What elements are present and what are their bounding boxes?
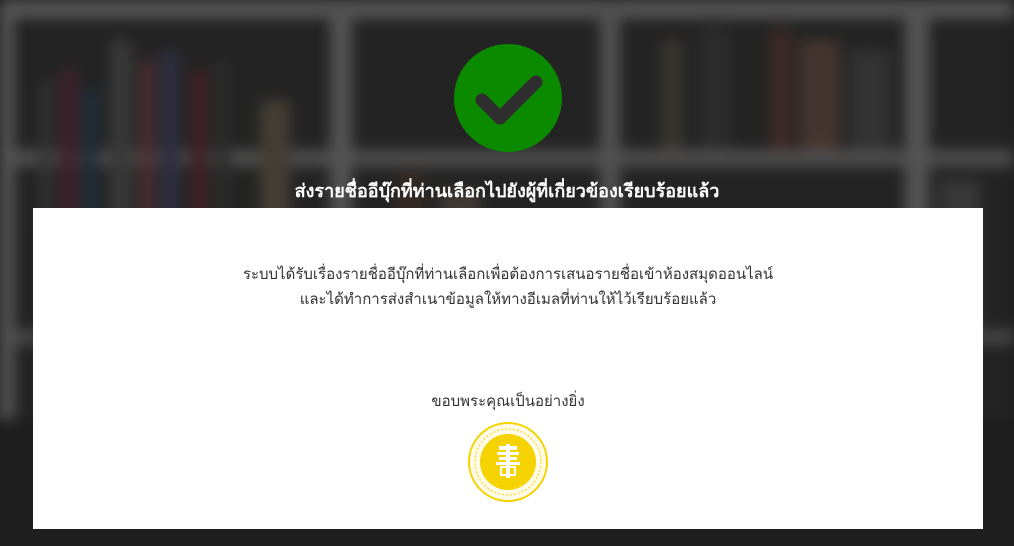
library-seal-logo xyxy=(468,422,548,502)
check-circle-icon xyxy=(454,44,562,152)
success-headline: ส่งรายชื่ออีบุ๊กที่ท่านเลือกไปยังผู้ที่เ… xyxy=(294,181,720,202)
message-line-2: และได้ทำการส่งสำเนาข้อมูลให้ทางอีเมลที่ท… xyxy=(299,290,717,308)
thank-you-text: ขอบพระคุณเป็นอย่างยิ่ง xyxy=(431,392,585,410)
confirmation-message: ระบบได้รับเรื่องรายชื่ออีบุ๊กที่ท่านเลือ… xyxy=(33,262,983,312)
confirmation-card: ระบบได้รับเรื่องรายชื่ออีบุ๊กที่ท่านเลือ… xyxy=(33,208,983,529)
message-line-1: ระบบได้รับเรื่องรายชื่ออีบุ๊กที่ท่านเลือ… xyxy=(242,265,774,283)
